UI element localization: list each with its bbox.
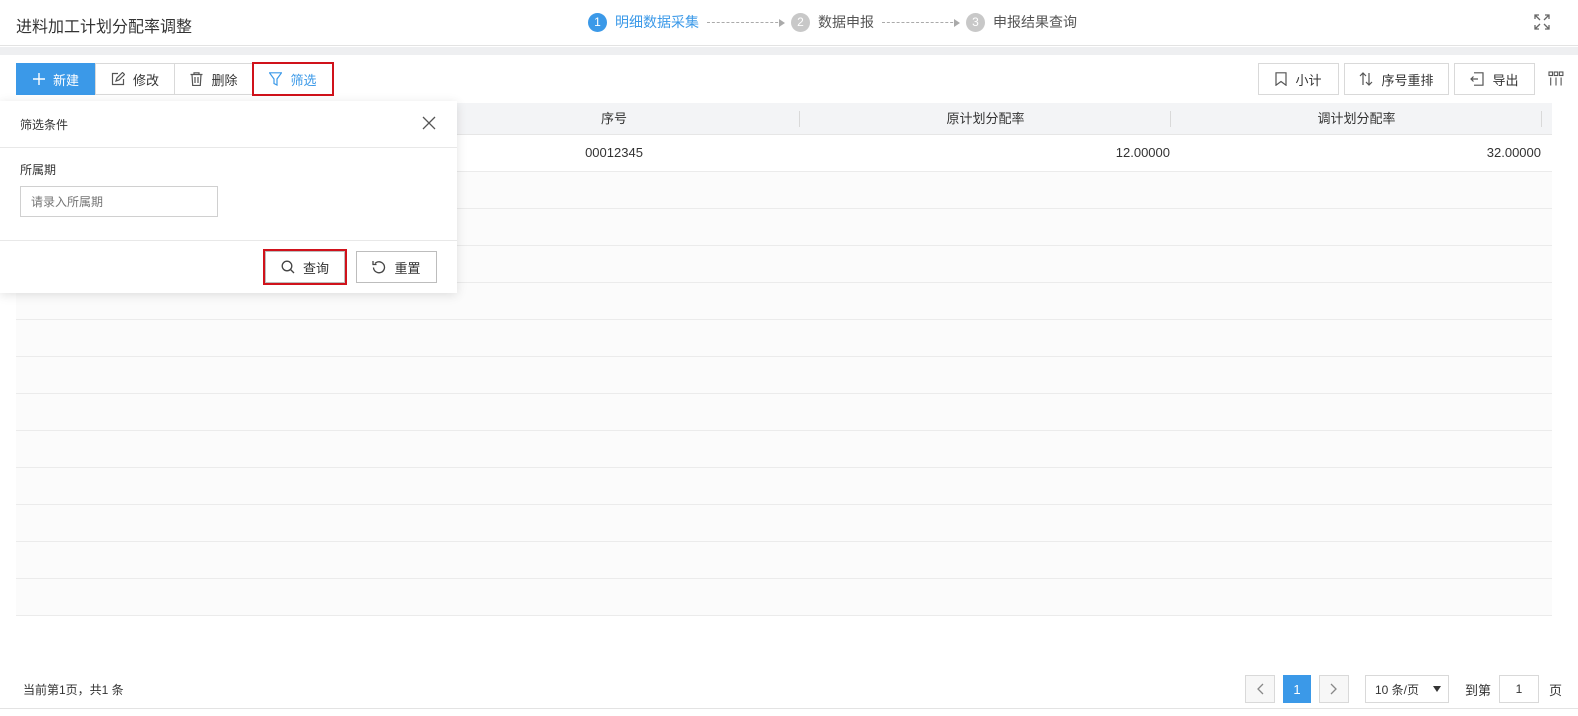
column-header-original-rate: 原计划分配率 <box>800 103 1171 134</box>
step-connector <box>882 18 960 27</box>
divider <box>0 240 457 241</box>
action-toolbar: 新建 修改 删除 筛选 <box>16 62 334 96</box>
filter-label: 筛选 <box>290 72 317 88</box>
funnel-icon <box>269 72 283 86</box>
step-connector <box>707 18 785 27</box>
period-input[interactable] <box>20 186 218 217</box>
grid-icon[interactable] <box>1548 71 1564 87</box>
delete-button[interactable]: 删除 <box>174 63 254 95</box>
step-2[interactable]: 2 数据申报 <box>791 12 874 32</box>
step-1[interactable]: 1 明细数据采集 <box>588 12 699 32</box>
step-number: 2 <box>791 12 810 32</box>
page-size-value: 10 条/页 <box>1375 682 1420 697</box>
bookmark-icon <box>1275 72 1288 86</box>
export-button[interactable]: 导出 <box>1454 63 1535 95</box>
fullscreen-icon[interactable] <box>1533 13 1551 31</box>
filter-panel: 筛选条件 所属期 查询 重置 <box>0 101 457 293</box>
pagination: 1 10 条/页 到第 1 页 <box>1245 675 1562 703</box>
empty-row <box>16 320 1552 357</box>
page-size-select[interactable]: 10 条/页 <box>1365 675 1449 703</box>
sort-icon <box>1359 72 1373 86</box>
subtotal-button[interactable]: 小计 <box>1258 63 1339 95</box>
plus-icon <box>32 73 45 85</box>
chevron-left-icon <box>1256 683 1264 695</box>
table-cell-adjusted-rate: 32.00000 <box>1486 145 1541 160</box>
empty-row <box>16 579 1552 616</box>
search-icon <box>281 260 295 274</box>
edit-button[interactable]: 修改 <box>95 63 175 95</box>
column-header-seq: 序号 <box>428 103 800 134</box>
reset-label: 重置 <box>394 260 421 276</box>
step-3[interactable]: 3 申报结果查询 <box>966 12 1077 32</box>
page-suffix: 页 <box>1549 682 1563 698</box>
query-label: 查询 <box>302 260 329 276</box>
reorder-button[interactable]: 序号重排 <box>1344 63 1449 95</box>
empty-row <box>16 505 1552 542</box>
reset-icon <box>372 260 386 274</box>
period-label: 所属期 <box>20 163 57 177</box>
caret-down-icon <box>1433 686 1441 692</box>
prev-page-button[interactable] <box>1245 675 1275 703</box>
subtotal-label: 小计 <box>1295 72 1322 88</box>
table-cell-seq: 00012345 <box>585 145 643 160</box>
trash-icon <box>190 72 203 86</box>
reorder-label: 序号重排 <box>1381 72 1434 88</box>
page-header: 进料加工计划分配率调整 1 明细数据采集 2 数据申报 3 申报结果查询 <box>0 0 1578 46</box>
empty-row <box>16 468 1552 505</box>
pagination-info: 当前第1页，共1 条 <box>23 683 124 697</box>
next-page-button[interactable] <box>1319 675 1349 703</box>
step-label: 申报结果查询 <box>993 14 1077 30</box>
new-label: 新建 <box>52 72 79 88</box>
page-number-current[interactable]: 1 <box>1283 675 1311 703</box>
empty-row <box>16 542 1552 579</box>
filter-title: 筛选条件 <box>20 118 69 132</box>
step-label: 明细数据采集 <box>615 14 699 30</box>
step-indicator: 1 明细数据采集 2 数据申报 3 申报结果查询 <box>588 12 1077 32</box>
query-button[interactable]: 查询 <box>263 249 347 285</box>
empty-row <box>16 357 1552 394</box>
goto-page-input[interactable]: 1 <box>1499 675 1540 703</box>
step-number: 3 <box>966 12 985 32</box>
close-icon[interactable] <box>421 115 437 131</box>
chevron-right-icon <box>1330 683 1338 695</box>
delete-label: 删除 <box>211 72 238 88</box>
edit-label: 修改 <box>132 72 159 88</box>
export-label: 导出 <box>1492 72 1519 88</box>
goto-label: 到第 <box>1465 682 1492 698</box>
table-toolbar: 小计 序号重排 导出 <box>1253 63 1564 95</box>
new-button[interactable]: 新建 <box>16 63 96 95</box>
column-header-adjusted-rate: 调计划分配率 <box>1171 103 1542 134</box>
empty-row <box>16 431 1552 468</box>
edit-icon <box>111 72 125 86</box>
step-label: 数据申报 <box>818 14 874 30</box>
step-number: 1 <box>588 12 607 32</box>
empty-row <box>16 394 1552 431</box>
table-cell-original-rate: 12.00000 <box>1115 145 1170 160</box>
filter-button[interactable]: 筛选 <box>252 62 334 96</box>
header-divider <box>0 47 1578 55</box>
reset-button[interactable]: 重置 <box>356 251 437 283</box>
page-title: 进料加工计划分配率调整 <box>16 19 193 36</box>
bottom-divider <box>0 708 1578 709</box>
export-icon <box>1470 72 1485 86</box>
divider <box>0 147 457 148</box>
